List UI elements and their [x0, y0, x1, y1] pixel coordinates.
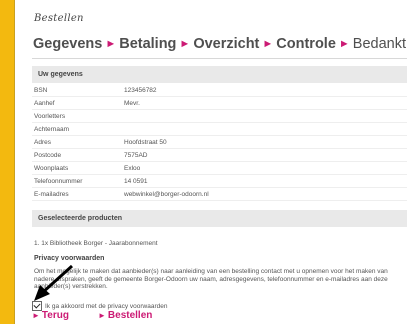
personal-section-heading: Uw gegevens: [32, 66, 407, 83]
step-separator-icon: ►: [105, 38, 117, 50]
field-value: 14 0591: [124, 178, 148, 185]
step-gegevens: Gegevens: [33, 36, 103, 52]
field-label: Adres: [34, 139, 51, 146]
triangle-right-icon: ►: [32, 311, 40, 320]
product-item: 1. 1x Bibliotheek Borger - Jaarabonnemen…: [34, 240, 158, 247]
products-section-heading: Geselecteerde producten: [32, 210, 407, 227]
step-separator-icon: ►: [179, 38, 191, 50]
order-panel: Bestellen Gegevens ► Betaling ► Overzicht ► Co…: [14, 0, 407, 324]
field-row: Aanhef Mevr.: [32, 98, 407, 110]
page-title: Bestellen: [34, 13, 84, 24]
field-value: 7575AD: [124, 152, 148, 159]
field-row: E-mailadres webwinkel@borger-odoorn.nl: [32, 189, 407, 201]
field-label: E-mailadres: [34, 191, 69, 198]
privacy-heading: Privacy voorwaarden: [34, 255, 105, 262]
step-betaling: Betaling: [119, 36, 177, 52]
order-button-label: Bestellen: [107, 310, 153, 321]
step-controle: Controle: [276, 36, 336, 52]
field-row: Woonplaats Exloo: [32, 163, 407, 175]
step-bedankt: Bedankt: [352, 36, 407, 52]
step-progress: Gegevens ► Betaling ► Overzicht ► Controle ► Bed…: [33, 36, 406, 52]
field-row: Adres Hoofdstraat 50: [32, 137, 407, 149]
field-value: Mevr.: [124, 100, 140, 107]
field-row: Postcode 7575AD: [32, 150, 407, 162]
field-label: Woonplaats: [34, 165, 69, 172]
privacy-agree-label: Ik ga akkoord met de privacy voorwaarden: [45, 302, 168, 310]
field-value: Exloo: [124, 165, 141, 172]
field-label: Aanhef: [34, 100, 55, 107]
field-value: Hoofdstraat 50: [124, 139, 167, 146]
back-button[interactable]: ► Terug: [32, 310, 69, 321]
field-row: Voorletters: [32, 111, 407, 123]
field-label: Achternaam: [34, 126, 70, 133]
order-button[interactable]: ► Bestellen: [98, 310, 152, 321]
step-separator-icon: ►: [262, 38, 274, 50]
field-row: Achternaam: [32, 124, 407, 136]
field-value: webwinkel@borger-odoorn.nl: [124, 191, 209, 198]
field-value: 123456782: [124, 87, 157, 94]
step-overzicht: Overzicht: [193, 36, 260, 52]
triangle-right-icon: ►: [98, 311, 106, 320]
field-row: BSN 123456782: [32, 85, 407, 97]
field-row: Telefoonnummer 14 0591: [32, 176, 407, 188]
step-separator-icon: ►: [338, 38, 350, 50]
field-label: Postcode: [34, 152, 62, 159]
divider: [32, 58, 407, 59]
field-label: Telefoonnummer: [34, 178, 83, 185]
privacy-text: Om het mogelijk te maken dat aanbieder(s…: [34, 268, 388, 290]
field-label: Voorletters: [34, 113, 66, 120]
field-label: BSN: [34, 87, 48, 94]
back-button-label: Terug: [41, 310, 69, 321]
